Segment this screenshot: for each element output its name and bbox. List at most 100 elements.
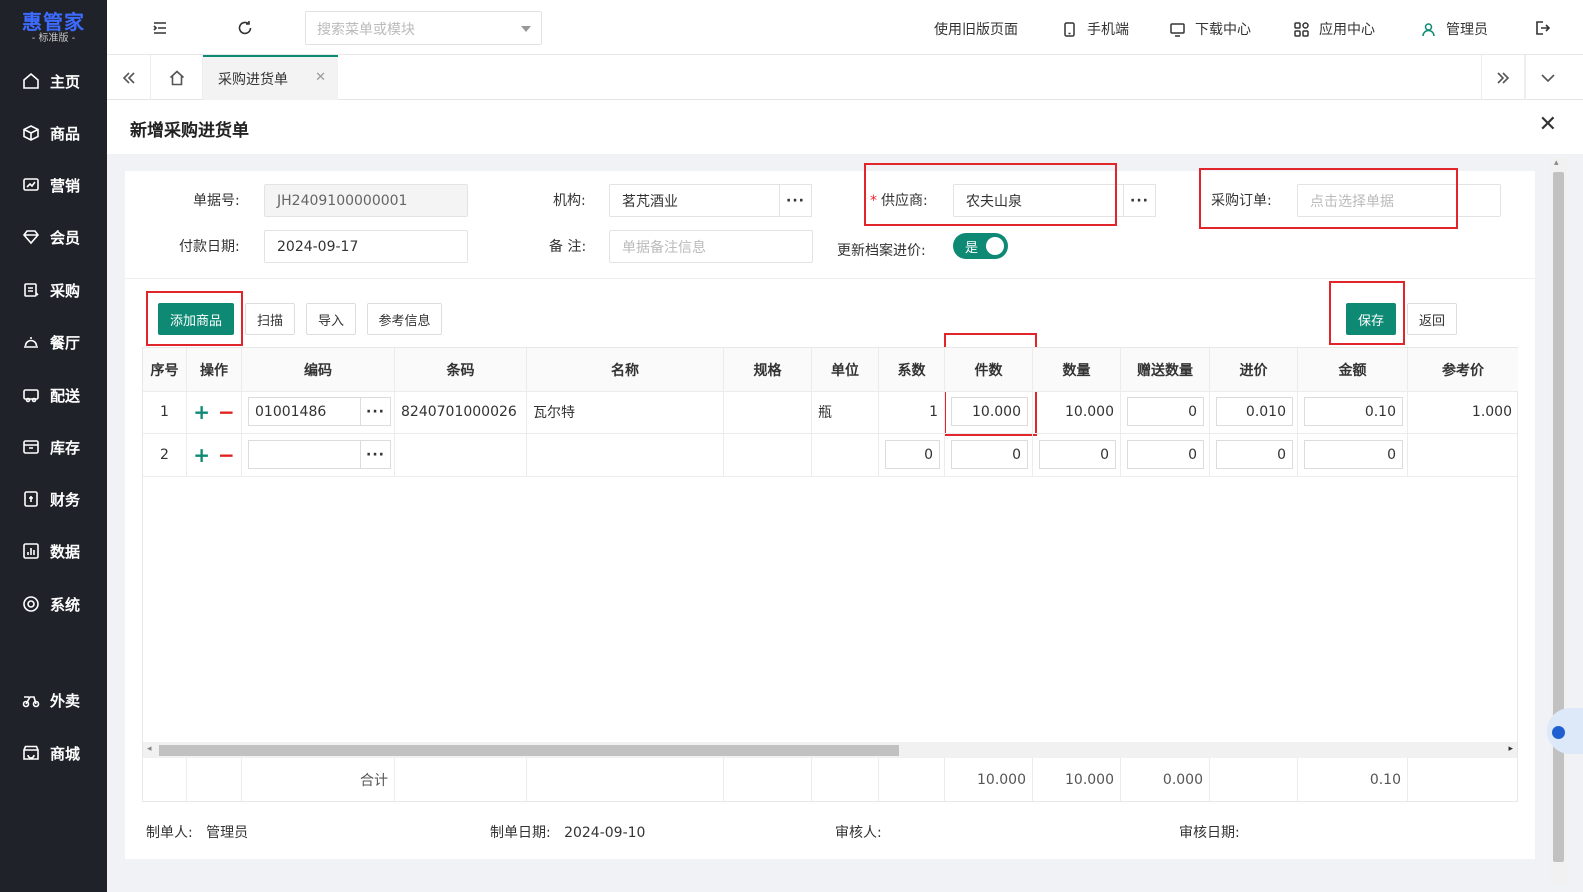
sidebar-item-label: 会员: [50, 228, 81, 247]
row2-factor-input[interactable]: 0: [885, 440, 940, 469]
sidebar-item-goods[interactable]: 商品: [0, 113, 107, 153]
col-header-op: 操作: [187, 348, 242, 391]
scrollbar-thumb[interactable]: [1553, 172, 1564, 862]
row1-gift-input[interactable]: 0: [1127, 397, 1204, 426]
sidebar-item-inventory[interactable]: 库存: [0, 427, 107, 467]
app-center-link[interactable]: 应用中心: [1293, 18, 1375, 40]
close-icon[interactable]: ✕: [1539, 114, 1557, 136]
row2-amount-input[interactable]: 0: [1304, 440, 1403, 469]
user-menu[interactable]: 管理员: [1420, 18, 1488, 40]
scroll-up-arrow-icon[interactable]: ▴: [1554, 158, 1559, 168]
logo-edition: - 标准版 -: [31, 32, 76, 44]
summary-cell: [879, 758, 945, 801]
sidebar-item-delivery[interactable]: 配送: [0, 375, 107, 415]
remove-row-icon[interactable]: −: [218, 445, 235, 465]
row1-code-more-icon[interactable]: ···: [360, 397, 391, 426]
tabs-menu-chevron-down-icon[interactable]: [1525, 55, 1569, 100]
sidebar-item-label: 财务: [50, 490, 81, 509]
horizontal-scrollbar[interactable]: ◂ ▸: [143, 742, 1517, 758]
update-price-toggle[interactable]: 是: [953, 233, 1008, 259]
row2-seq: 2: [143, 434, 187, 476]
row1-unit: 瓶: [812, 391, 879, 433]
download-center-link[interactable]: 下载中心: [1169, 18, 1251, 40]
tab-label: 采购进货单: [218, 71, 288, 88]
sidebar-item-system[interactable]: 系统: [0, 584, 107, 624]
scrollbar-thumb[interactable]: [159, 745, 899, 756]
org-label: 机构:: [553, 193, 586, 209]
scroll-left-arrow-icon[interactable]: ◂: [147, 744, 152, 754]
sidebar-item-label: 数据: [50, 542, 81, 561]
supplier-picker-more-icon[interactable]: ···: [1123, 184, 1156, 217]
make-date-label: 制单日期:: [490, 825, 551, 841]
row2-price-input[interactable]: 0: [1216, 440, 1293, 469]
logout-icon[interactable]: [1532, 18, 1552, 38]
row1-amount-input[interactable]: 0.10: [1304, 397, 1403, 426]
page-vertical-scrollbar[interactable]: ▴: [1550, 158, 1567, 884]
tabs-scroll-right-icon[interactable]: [1481, 55, 1525, 100]
supplier-label-text: 供应商:: [881, 193, 928, 209]
mobile-link[interactable]: 手机端: [1061, 18, 1129, 40]
row2-spec: [724, 434, 812, 476]
logo[interactable]: 惠管家 - 标准版 -: [0, 0, 107, 55]
col-header-factor: 系数: [879, 348, 945, 391]
summary-cell: [527, 758, 724, 801]
import-button[interactable]: 导入: [306, 303, 356, 335]
row1-price-input[interactable]: 0.010: [1216, 397, 1293, 426]
add-row-icon[interactable]: +: [193, 445, 210, 465]
col-header-name: 名称: [527, 348, 724, 391]
col-header-spec: 规格: [724, 348, 812, 391]
sidebar-item-purchase[interactable]: 采购: [0, 270, 107, 310]
sidebar-item-finance[interactable]: 财务: [0, 479, 107, 519]
pay-date-field[interactable]: 2024-09-17: [264, 230, 468, 263]
old-page-link[interactable]: 使用旧版页面: [934, 18, 1018, 40]
sidebar-item-marketing[interactable]: 营销: [0, 165, 107, 205]
tabs-scroll-left-icon[interactable]: [107, 55, 151, 100]
back-button[interactable]: 返回: [1407, 303, 1457, 335]
search-placeholder: 搜索菜单或模块: [317, 22, 415, 38]
sidebar-item-data[interactable]: 数据: [0, 531, 107, 571]
remark-field[interactable]: 单据备注信息: [609, 230, 813, 263]
row1-code-input[interactable]: 01001486: [248, 397, 361, 426]
reference-info-button[interactable]: 参考信息: [367, 303, 442, 335]
sidebar-item-home[interactable]: 主页: [0, 61, 107, 101]
scroll-right-arrow-icon[interactable]: ▸: [1508, 744, 1513, 754]
sidebar-item-label: 主页: [50, 72, 81, 91]
sidebar-item-mall[interactable]: 商城: [0, 733, 107, 773]
row2-gift-input[interactable]: 0: [1127, 440, 1204, 469]
add-row-icon[interactable]: +: [193, 402, 210, 422]
refresh-icon[interactable]: [235, 18, 255, 38]
doc-no-field[interactable]: JH2409100000001: [264, 184, 468, 217]
home-tab-icon[interactable]: [151, 55, 203, 100]
sidebar-item-restaurant[interactable]: 餐厅: [0, 322, 107, 362]
row2-barcode: [395, 434, 527, 476]
user-icon: [1422, 22, 1435, 36]
sidebar-item-members[interactable]: 会员: [0, 217, 107, 257]
required-mark: *: [870, 193, 877, 209]
row2-qty-input[interactable]: 0: [1039, 440, 1116, 469]
menu-search-input[interactable]: 搜索菜单或模块: [305, 11, 542, 45]
close-tab-icon[interactable]: ✕: [315, 70, 326, 85]
add-goods-button[interactable]: 添加商品: [158, 303, 234, 335]
org-field[interactable]: 茗芃酒业: [609, 184, 780, 217]
sidebar-item-takeout[interactable]: 外卖: [0, 680, 107, 720]
row1-pieces-input[interactable]: 10.000: [951, 397, 1028, 426]
sidebar: 惠管家 - 标准版 - 主页 商品 营销 会员 采购 餐厅 配送 库存 财务 数…: [0, 0, 107, 892]
row2-pieces-input[interactable]: 0: [951, 440, 1028, 469]
maker-info: 制单人: 管理员: [146, 822, 248, 842]
supplier-field[interactable]: 农夫山泉: [953, 184, 1124, 217]
tab-purchase-receipt[interactable]: 采购进货单 ✕: [203, 55, 338, 100]
top-bar: 搜索菜单或模块 使用旧版页面 手机端 下载中心 应用中心 管理员: [107, 0, 1583, 55]
cloche-icon: [22, 333, 40, 351]
apps-label: 应用中心: [1319, 22, 1375, 38]
row2-code-input[interactable]: [248, 440, 361, 469]
save-button[interactable]: 保存: [1346, 303, 1396, 335]
menu-toggle-icon[interactable]: [150, 18, 170, 38]
row2-code-more-icon[interactable]: ···: [360, 440, 391, 469]
sidebar-item-label: 商品: [50, 124, 81, 143]
col-header-pieces: 件数: [945, 348, 1033, 391]
pay-date-label: 付款日期:: [179, 239, 240, 255]
purchase-order-field[interactable]: 点击选择单据: [1297, 184, 1501, 217]
remove-row-icon[interactable]: −: [218, 402, 235, 422]
org-picker-more-icon[interactable]: ···: [779, 184, 812, 217]
scan-button[interactable]: 扫描: [245, 303, 295, 335]
